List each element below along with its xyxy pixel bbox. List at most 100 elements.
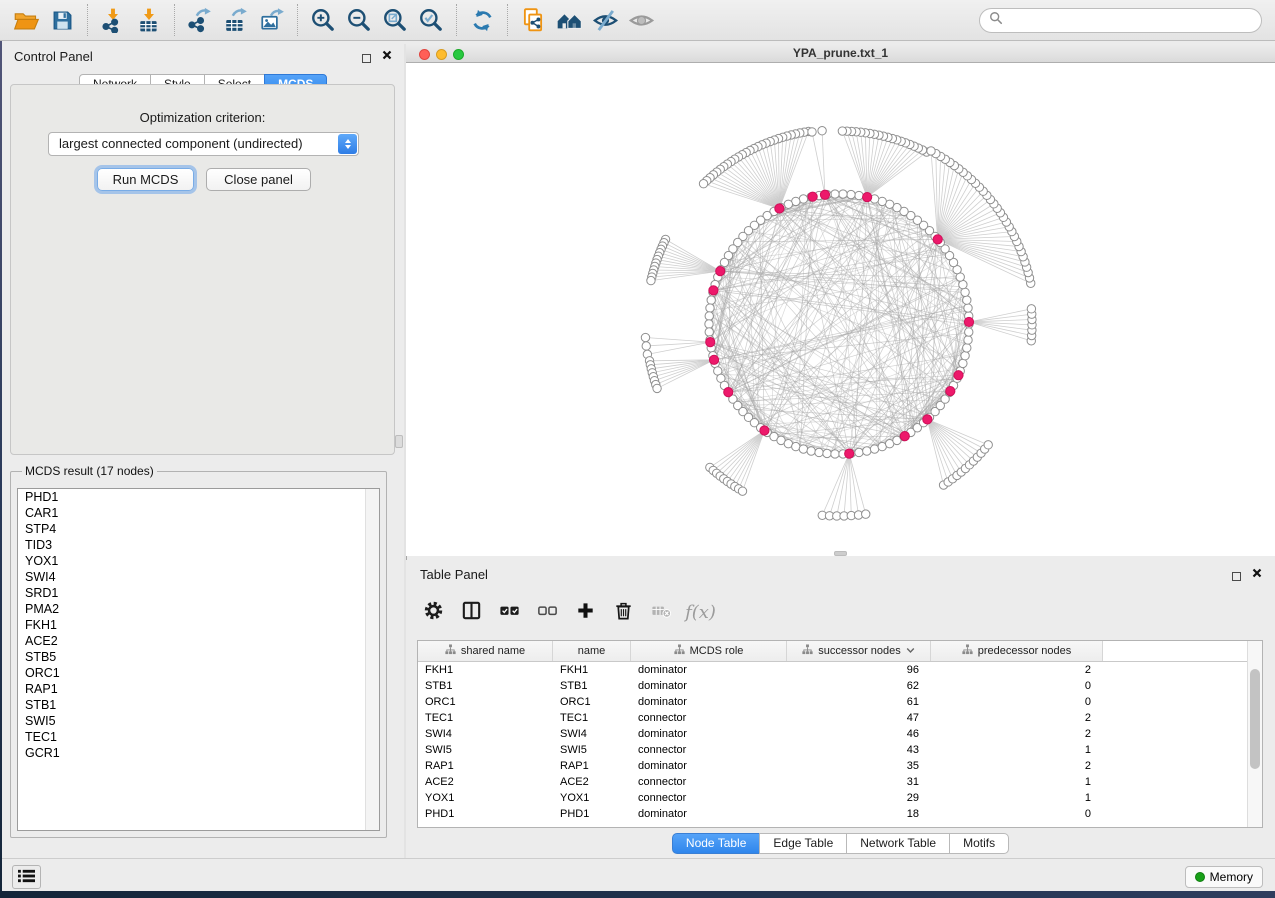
houses-icon (556, 7, 583, 34)
table-panel-float-button[interactable] (1232, 569, 1241, 584)
cell-shared-name: PHD1 (418, 806, 553, 822)
mcds-result-item[interactable]: CAR1 (18, 505, 379, 521)
table-scrollbar-thumb[interactable] (1250, 669, 1260, 769)
clone-network-button[interactable] (515, 2, 551, 38)
control-panel-close-button[interactable] (382, 50, 392, 60)
table-row-ace2[interactable]: ACE2ACE2connector311 (418, 774, 1262, 790)
table-row-orc1[interactable]: ORC1ORC1dominator610 (418, 694, 1262, 710)
refresh-button[interactable] (464, 2, 500, 38)
node-table: shared namenameMCDS rolesuccessor nodesp… (417, 640, 1263, 828)
close-icon (1252, 568, 1262, 578)
table-row-rap1[interactable]: RAP1RAP1dominator352 (418, 758, 1262, 774)
network-graph[interactable] (406, 63, 1275, 556)
mcds-result-item[interactable]: ORC1 (18, 665, 379, 681)
import-table-button[interactable] (131, 2, 167, 38)
add-column-button[interactable] (570, 597, 601, 628)
table-row-stb1[interactable]: STB1STB1dominator620 (418, 678, 1262, 694)
show-columns-button[interactable] (456, 597, 487, 628)
mcds-result-item[interactable]: PHD1 (18, 489, 379, 505)
column-header-mcds-role[interactable]: MCDS role (631, 641, 787, 661)
network-canvas[interactable] (406, 63, 1275, 556)
mcds-result-item[interactable]: RAP1 (18, 681, 379, 697)
hide-selected-button[interactable] (587, 2, 623, 38)
status-bar: Memory (2, 858, 1275, 891)
import-network-button[interactable] (95, 2, 131, 38)
memory-button[interactable]: Memory (1185, 866, 1263, 888)
mcds-result-item[interactable]: PMA2 (18, 601, 379, 617)
function-builder-button: f(x) (684, 597, 715, 628)
control-panel-float-button[interactable] (362, 51, 371, 66)
export-network-button[interactable] (182, 2, 218, 38)
mcds-result-item[interactable]: FKH1 (18, 617, 379, 633)
mcds-result-item[interactable]: TID3 (18, 537, 379, 553)
table-row-yox1[interactable]: YOX1YOX1connector291 (418, 790, 1262, 806)
search-box (979, 8, 1262, 33)
table-scrollbar[interactable] (1247, 641, 1262, 827)
tab-motifs[interactable]: Motifs (949, 833, 1009, 854)
mcds-list-scrollbar[interactable] (365, 489, 379, 830)
run-mcds-button[interactable]: Run MCDS (97, 168, 194, 191)
zoom-fit-button[interactable] (377, 2, 413, 38)
search-input[interactable] (1008, 11, 1261, 31)
cell-name: ACE2 (553, 774, 631, 790)
mcds-result-item[interactable]: ACE2 (18, 633, 379, 649)
column-header-name[interactable]: name (553, 641, 631, 661)
show-hidden-button[interactable] (623, 2, 659, 38)
vertical-splitter-handle[interactable] (395, 435, 403, 448)
mcds-result-item[interactable]: SWI5 (18, 713, 379, 729)
home-networks-button[interactable] (551, 2, 587, 38)
cell-successor-nodes: 29 (787, 790, 931, 806)
table-row-fkh1[interactable]: FKH1FKH1dominator962 (418, 662, 1262, 678)
open-file-button[interactable] (8, 2, 44, 38)
zoom-in-button[interactable] (305, 2, 341, 38)
cell-predecessor-nodes: 2 (931, 758, 1103, 774)
export-image-button[interactable] (254, 2, 290, 38)
cell-mcds-role: dominator (631, 694, 787, 710)
column-header-successor-nodes[interactable]: successor nodes (787, 641, 931, 661)
toolbar-separator (456, 4, 457, 36)
plus-icon (574, 599, 597, 625)
mcds-result-item[interactable]: TEC1 (18, 729, 379, 745)
criterion-selected-value: largest connected component (undirected) (59, 136, 303, 151)
eye-icon (628, 7, 655, 34)
delete-column-button[interactable] (608, 597, 639, 628)
column-header-predecessor-nodes[interactable]: predecessor nodes (931, 641, 1103, 661)
toolbar-separator (507, 4, 508, 36)
zoom-selected-button[interactable] (413, 2, 449, 38)
mcds-result-item[interactable]: SWI4 (18, 569, 379, 585)
deselect-all-button[interactable] (532, 597, 563, 628)
save-session-button[interactable] (44, 2, 80, 38)
minimize-traffic-light[interactable] (436, 49, 447, 60)
mcds-result-item[interactable]: STB1 (18, 697, 379, 713)
maximize-traffic-light[interactable] (453, 49, 464, 60)
select-all-button[interactable] (494, 597, 525, 628)
mcds-result-item[interactable]: YOX1 (18, 553, 379, 569)
table-row-phd1[interactable]: PHD1PHD1dominator180 (418, 806, 1262, 822)
column-header-shared-name[interactable]: shared name (418, 641, 553, 661)
mcds-result-item[interactable]: STP4 (18, 521, 379, 537)
close-traffic-light[interactable] (419, 49, 430, 60)
optimization-criterion-select[interactable]: largest connected component (undirected) (48, 132, 359, 156)
cell-shared-name: RAP1 (418, 758, 553, 774)
close-icon (382, 50, 392, 60)
table-row-swi5[interactable]: SWI5SWI5connector431 (418, 742, 1262, 758)
mcds-result-item[interactable]: GCR1 (18, 745, 379, 761)
close-panel-button[interactable]: Close panel (206, 168, 311, 191)
tab-node-table[interactable]: Node Table (672, 833, 761, 854)
table-row-swi4[interactable]: SWI4SWI4dominator462 (418, 726, 1262, 742)
network-window-titlebar[interactable]: YPA_prune.txt_1 (406, 44, 1275, 63)
zoom-out-button[interactable] (341, 2, 377, 38)
mcds-result-item[interactable]: SRD1 (18, 585, 379, 601)
table-panel-close-button[interactable] (1252, 568, 1262, 578)
show-panels-menu-button[interactable] (12, 865, 41, 889)
horizontal-splitter-handle[interactable] (834, 551, 847, 556)
cell-name: TEC1 (553, 710, 631, 726)
table-row-tec1[interactable]: TEC1TEC1connector472 (418, 710, 1262, 726)
list-icon (18, 869, 35, 886)
mcds-result-item[interactable]: STB5 (18, 649, 379, 665)
tab-edge-table[interactable]: Edge Table (759, 833, 847, 854)
export-table-button[interactable] (218, 2, 254, 38)
table-settings-button[interactable] (418, 597, 449, 628)
cell-successor-nodes: 47 (787, 710, 931, 726)
tab-network-table[interactable]: Network Table (846, 833, 950, 854)
